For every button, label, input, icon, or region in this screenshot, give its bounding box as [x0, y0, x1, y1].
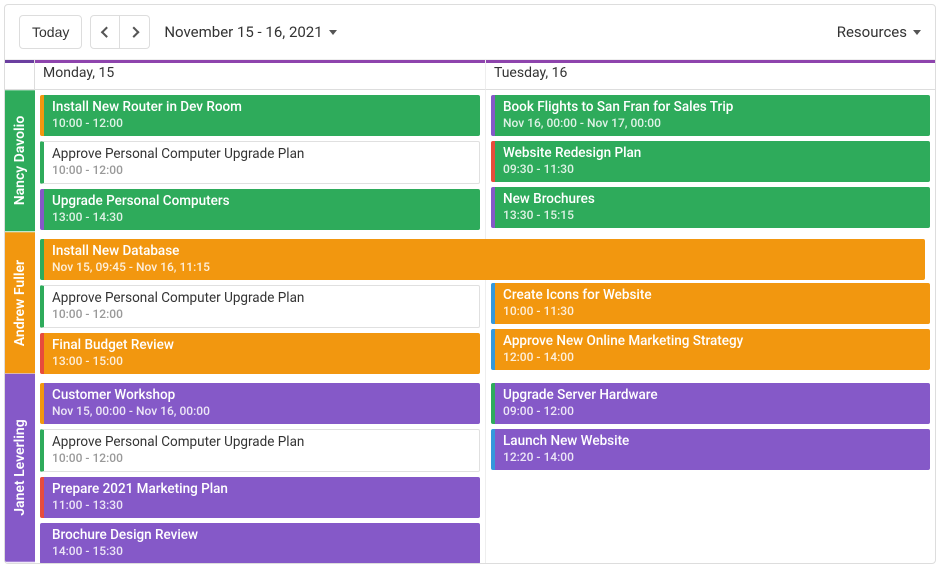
- appointment-time: 14:00 - 15:30: [52, 544, 472, 559]
- caret-down-icon: [329, 30, 337, 35]
- appointment[interactable]: Create Icons for Website10:00 - 11:30: [491, 283, 930, 324]
- appointment[interactable]: Upgrade Personal Computers13:00 - 14:30: [40, 189, 480, 230]
- resource-header-spacer: [5, 60, 35, 90]
- appointment[interactable]: Approve Personal Computer Upgrade Plan10…: [40, 141, 480, 184]
- day-header-label: Tuesday, 16: [494, 65, 567, 81]
- appointment[interactable]: Upgrade Server Hardware09:00 - 12:00: [491, 383, 930, 424]
- appointment[interactable]: Website Redesign Plan09:30 - 11:30: [491, 141, 930, 182]
- day-cell[interactable]: Customer WorkshopNov 15, 00:00 - Nov 16,…: [35, 378, 485, 563]
- appointment-time: 12:20 - 14:00: [503, 450, 922, 465]
- today-button[interactable]: Today: [19, 15, 82, 49]
- appointment-title: Website Redesign Plan: [503, 145, 922, 162]
- date-caption[interactable]: November 15 - 16, 2021: [164, 23, 336, 41]
- toolbar: Today November 15 - 16, 2021 Resources: [5, 5, 935, 60]
- appointment[interactable]: Prepare 2021 Marketing Plan11:00 - 13:30: [40, 477, 480, 518]
- appointment-time: 09:00 - 12:00: [503, 404, 922, 419]
- date-nav-group: [90, 15, 150, 49]
- appointment[interactable]: New Brochures13:30 - 15:15: [491, 187, 930, 228]
- appointment[interactable]: Approve Personal Computer Upgrade Plan10…: [40, 429, 480, 472]
- day-header-label: Monday, 15: [43, 65, 114, 81]
- prev-button[interactable]: [90, 15, 120, 49]
- appointment-title: Approve Personal Computer Upgrade Plan: [52, 290, 471, 307]
- appointment[interactable]: Approve Personal Computer Upgrade Plan10…: [40, 285, 480, 328]
- next-button[interactable]: [120, 15, 150, 49]
- appointment-time: 10:00 - 12:00: [52, 451, 471, 466]
- rows-scroll[interactable]: Install New Router in Dev Room10:00 - 12…: [35, 90, 935, 563]
- day-header-monday[interactable]: Monday, 15: [35, 60, 485, 90]
- appointment[interactable]: Launch New Website12:20 - 14:00: [491, 429, 930, 470]
- appointment-time: 12:00 - 14:00: [503, 350, 922, 365]
- appointment-title: Approve Personal Computer Upgrade Plan: [52, 146, 471, 163]
- appointment-time: 10:00 - 11:30: [503, 304, 922, 319]
- appointment-time: 13:00 - 14:30: [52, 210, 472, 225]
- chevron-right-icon: [128, 26, 140, 38]
- appointment-title: Approve New Online Marketing Strategy: [503, 333, 922, 350]
- resource-header[interactable]: Janet Leverling: [5, 374, 35, 563]
- appointment-time: 13:00 - 15:00: [52, 354, 472, 369]
- appointment-time: 11:00 - 13:30: [52, 498, 472, 513]
- header-accent-bar: [486, 60, 935, 63]
- appointment-title: Book Flights to San Fran for Sales Trip: [503, 99, 922, 116]
- days-area: Monday, 15 Tuesday, 16 Install New Route…: [35, 60, 935, 563]
- resource-column: Nancy DavolioAndrew FullerJanet Leverlin…: [5, 60, 35, 563]
- day-cell[interactable]: Install New DatabaseNov 15, 09:45 - Nov …: [35, 234, 485, 378]
- appointment-title: Customer Workshop: [52, 387, 472, 404]
- appointment-title: Brochure Design Review: [52, 527, 472, 544]
- appointment[interactable]: Book Flights to San Fran for Sales TripN…: [491, 95, 930, 136]
- appointment-title: Prepare 2021 Marketing Plan: [52, 481, 472, 498]
- appointment-title: Install New Database: [52, 243, 917, 260]
- appointment-time: 10:00 - 12:00: [52, 116, 472, 131]
- day-header-row: Monday, 15 Tuesday, 16: [35, 60, 935, 90]
- resource-row: Install New DatabaseNov 15, 09:45 - Nov …: [35, 234, 935, 378]
- resources-dropdown-label: Resources: [837, 23, 907, 41]
- resource-header[interactable]: Andrew Fuller: [5, 232, 35, 374]
- appointment-title: Final Budget Review: [52, 337, 472, 354]
- header-accent-bar: [5, 60, 34, 63]
- appointment-title: Upgrade Server Hardware: [503, 387, 922, 404]
- appointment[interactable]: Install New Router in Dev Room10:00 - 12…: [40, 95, 480, 136]
- appointment-time: Nov 15, 09:45 - Nov 16, 11:15: [52, 260, 917, 275]
- day-cell[interactable]: Install New Router in Dev Room10:00 - 12…: [35, 90, 485, 234]
- appointment-title: Create Icons for Website: [503, 287, 922, 304]
- appointment-time: 13:30 - 15:15: [503, 208, 922, 223]
- appointment-time: Nov 15, 00:00 - Nov 16, 00:00: [52, 404, 472, 419]
- day-header-tuesday[interactable]: Tuesday, 16: [485, 60, 935, 90]
- day-cell[interactable]: Upgrade Server Hardware09:00 - 12:00 Laun…: [485, 378, 935, 563]
- appointment-title: Upgrade Personal Computers: [52, 193, 472, 210]
- appointment-title: New Brochures: [503, 191, 922, 208]
- appointment[interactable]: Customer WorkshopNov 15, 00:00 - Nov 16,…: [40, 383, 480, 424]
- chevron-left-icon: [100, 26, 112, 38]
- appointment[interactable]: Approve New Online Marketing Strategy12:…: [491, 329, 930, 370]
- appointment[interactable]: Install New DatabaseNov 15, 09:45 - Nov …: [40, 239, 925, 280]
- header-accent-bar: [35, 60, 485, 63]
- appointment[interactable]: Final Budget Review13:00 - 15:00: [40, 333, 480, 374]
- appointment-title: Launch New Website: [503, 433, 922, 450]
- resource-row: Install New Router in Dev Room10:00 - 12…: [35, 90, 935, 234]
- appointment-time: 10:00 - 12:00: [52, 163, 471, 178]
- appointment-title: Install New Router in Dev Room: [52, 99, 472, 116]
- resource-header[interactable]: Nancy Davolio: [5, 90, 35, 232]
- scheduler: Today November 15 - 16, 2021 Resources N…: [4, 4, 936, 564]
- date-caption-text: November 15 - 16, 2021: [164, 23, 322, 41]
- appointment[interactable]: Brochure Design Review14:00 - 15:30: [40, 523, 480, 563]
- appointment-time: 10:00 - 12:00: [52, 307, 471, 322]
- appointment-time: 09:30 - 11:30: [503, 162, 922, 177]
- appointment-time: Nov 16, 00:00 - Nov 17, 00:00: [503, 116, 922, 131]
- caret-down-icon: [913, 30, 921, 35]
- grid: Nancy DavolioAndrew FullerJanet Leverlin…: [5, 60, 935, 563]
- appointment-title: Approve Personal Computer Upgrade Plan: [52, 434, 471, 451]
- resources-dropdown[interactable]: Resources: [837, 23, 921, 41]
- resource-row: Customer WorkshopNov 15, 00:00 - Nov 16,…: [35, 378, 935, 563]
- day-cell[interactable]: Book Flights to San Fran for Sales TripN…: [485, 90, 935, 234]
